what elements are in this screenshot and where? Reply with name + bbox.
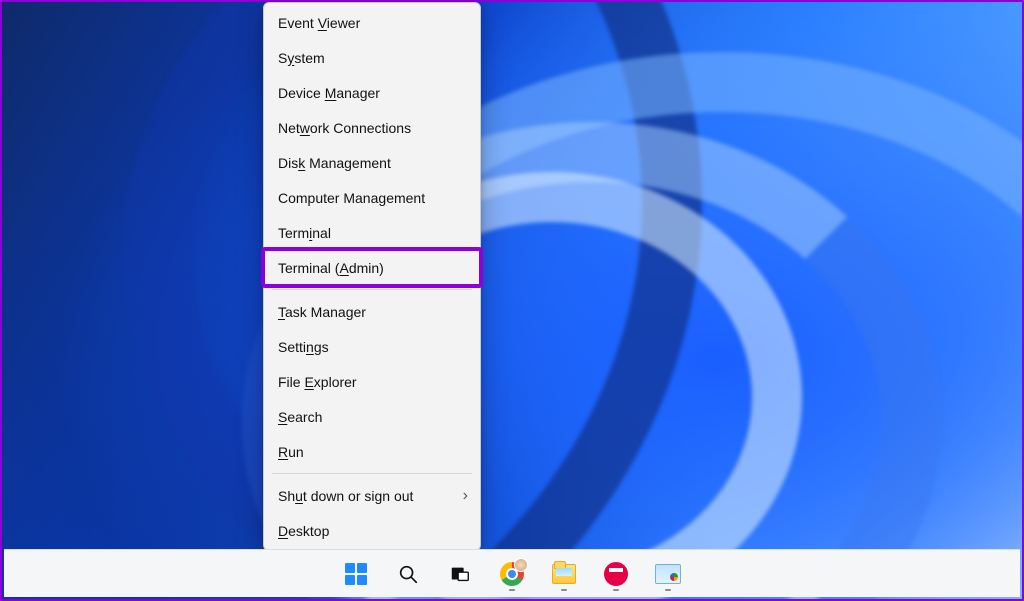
menu-item-label: Device Manager bbox=[278, 85, 380, 101]
menu-item-label: Settings bbox=[278, 339, 329, 355]
menu-item-shut-down-or-sign-out[interactable]: Shut down or sign out bbox=[264, 478, 480, 513]
menu-item-settings[interactable]: Settings bbox=[264, 329, 480, 364]
windows-logo-icon bbox=[345, 563, 367, 585]
menu-item-desktop[interactable]: Desktop bbox=[264, 513, 480, 548]
menu-item-label: Computer Management bbox=[278, 190, 425, 206]
taskbar-app-file-explorer[interactable] bbox=[550, 560, 578, 588]
menu-item-label: Terminal (Admin) bbox=[278, 260, 384, 276]
task-view-button[interactable] bbox=[446, 560, 474, 588]
menu-separator bbox=[272, 289, 472, 290]
start-button[interactable] bbox=[342, 560, 370, 588]
desktop-wallpaper bbox=[2, 2, 1022, 599]
menu-item-label: Search bbox=[278, 409, 322, 425]
menu-item-label: System bbox=[278, 50, 325, 66]
taskbar-app-control-panel[interactable] bbox=[654, 560, 682, 588]
menu-item-search[interactable]: Search bbox=[264, 399, 480, 434]
taskbar-search-button[interactable] bbox=[394, 560, 422, 588]
menu-item-network-connections[interactable]: Network Connections bbox=[264, 110, 480, 145]
menu-item-label: Network Connections bbox=[278, 120, 411, 136]
menu-item-label: Run bbox=[278, 444, 304, 460]
taskbar-app-chrome[interactable] bbox=[498, 560, 526, 588]
menu-item-label: Event Viewer bbox=[278, 15, 360, 31]
menu-item-computer-management[interactable]: Computer Management bbox=[264, 180, 480, 215]
search-icon bbox=[397, 563, 419, 585]
taskbar-app-lips[interactable] bbox=[602, 560, 630, 588]
winx-context-menu[interactable]: Event Viewer System Device Manager Network … bbox=[263, 2, 481, 551]
menu-item-run[interactable]: Run bbox=[264, 434, 480, 469]
profile-badge-icon bbox=[514, 558, 528, 572]
menu-item-disk-management[interactable]: Disk Management bbox=[264, 145, 480, 180]
menu-separator bbox=[272, 473, 472, 474]
file-explorer-icon bbox=[552, 564, 576, 584]
menu-item-terminal[interactable]: Terminal bbox=[264, 215, 480, 250]
menu-item-event-viewer[interactable]: Event Viewer bbox=[264, 5, 480, 40]
control-panel-icon bbox=[655, 564, 681, 584]
menu-item-label: Desktop bbox=[278, 523, 329, 539]
menu-item-label: File Explorer bbox=[278, 374, 357, 390]
menu-item-file-explorer[interactable]: File Explorer bbox=[264, 364, 480, 399]
menu-item-label: Disk Management bbox=[278, 155, 391, 171]
menu-item-system[interactable]: System bbox=[264, 40, 480, 75]
menu-item-terminal-admin[interactable]: Terminal (Admin) bbox=[264, 250, 480, 285]
menu-item-task-manager[interactable]: Task Manager bbox=[264, 294, 480, 329]
task-view-icon bbox=[449, 563, 471, 585]
menu-item-label: Shut down or sign out bbox=[278, 488, 413, 504]
menu-item-label: Task Manager bbox=[278, 304, 366, 320]
chrome-icon bbox=[500, 562, 524, 586]
menu-item-device-manager[interactable]: Device Manager bbox=[264, 75, 480, 110]
lips-icon bbox=[604, 562, 628, 586]
menu-item-label: Terminal bbox=[278, 225, 331, 241]
taskbar bbox=[4, 549, 1020, 597]
